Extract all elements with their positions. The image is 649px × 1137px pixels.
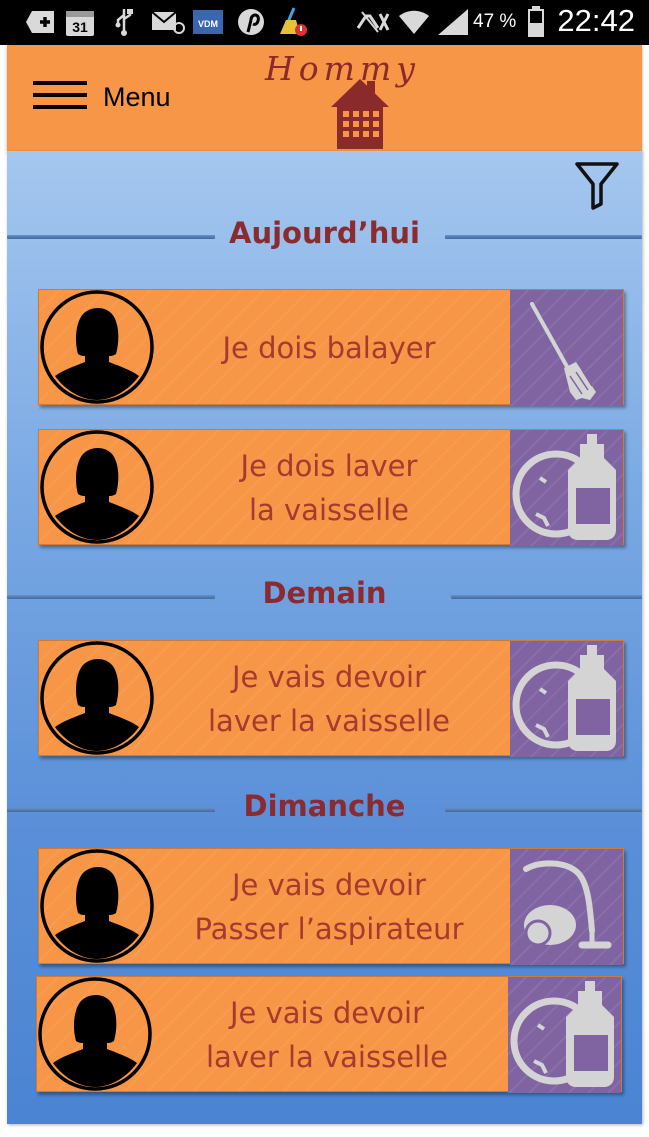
avatar [40, 641, 154, 755]
task-line-2: Passer l’aspirateur [194, 912, 464, 946]
broom-icon [510, 302, 623, 410]
avatar [38, 977, 152, 1091]
chore-tile [510, 641, 623, 757]
task-card-dishes[interactable]: Je vais devoir laver la vaisselle [38, 640, 624, 757]
battery-percent: 47 % [473, 11, 517, 32]
section-title: Dimanche [243, 789, 406, 823]
signal-icon [436, 6, 470, 38]
task-line-2: laver la vaisselle [207, 704, 451, 738]
task-line-1: Je vais devoir [229, 996, 425, 1030]
chore-tile [510, 849, 623, 965]
status-bar: 31 VDM 47 % 22:42 [0, 0, 649, 45]
task-line-1: Je vais devoir [231, 868, 427, 902]
task-line-2: laver la vaisselle [205, 1040, 449, 1074]
dish-soap-icon [510, 434, 623, 550]
vacuum-icon [510, 860, 623, 969]
mail-icon [150, 6, 186, 38]
section-title: Demain [262, 576, 387, 610]
section-header-sunday: Dimanche [7, 789, 642, 829]
add-icon [26, 6, 56, 38]
menu-label: Menu [103, 81, 171, 112]
section-header-tomorrow: Demain [7, 576, 642, 616]
task-line-1: Je vais devoir [231, 660, 427, 694]
task-card-sweep[interactable]: Je dois balayer [38, 289, 624, 406]
avatar [40, 430, 154, 544]
app-header: Menu Hommy [7, 45, 642, 151]
section-title: Aujourd’hui [229, 216, 420, 250]
task-text: Je vais devoir laver la vaisselle [167, 977, 487, 1093]
avatar [40, 849, 154, 963]
pinterest-icon [236, 6, 266, 38]
filter-icon[interactable] [574, 160, 620, 210]
svg-text:VDM: VDM [198, 19, 218, 29]
task-card-dishes[interactable]: Je dois laver la vaisselle [38, 429, 624, 546]
battery-icon [526, 6, 546, 38]
chore-tile [510, 430, 623, 546]
task-text: Je vais devoir Passer l’aspirateur [169, 849, 489, 965]
section-header-today: Aujourd’hui [7, 216, 642, 256]
menu-button[interactable]: Menu [33, 75, 193, 119]
status-time: 22:42 [557, 3, 635, 38]
chore-tile [508, 977, 621, 1093]
dish-soap-icon [510, 645, 623, 761]
task-line-1: Je dois laver [240, 449, 418, 483]
mute-icon [356, 6, 390, 38]
calendar-icon: 31 [64, 6, 96, 38]
task-line-1: Je dois balayer [222, 331, 436, 365]
task-list-panel: Aujourd’hui Je dois balayer Je dois lave… [7, 151, 642, 1124]
task-line-2: la vaisselle [248, 493, 410, 527]
usb-icon [112, 6, 136, 38]
task-text: Je vais devoir laver la vaisselle [169, 641, 489, 757]
hamburger-icon [33, 80, 87, 114]
avatar [40, 290, 154, 404]
wifi-icon [398, 6, 430, 38]
task-text: Je dois laver la vaisselle [169, 430, 489, 546]
dish-soap-icon [508, 981, 621, 1097]
svg-text:31: 31 [72, 19, 88, 35]
chore-tile [510, 290, 623, 406]
vdm-icon: VDM [192, 6, 224, 38]
cleaner-icon [276, 6, 308, 38]
task-card-vacuum[interactable]: Je vais devoir Passer l’aspirateur [38, 848, 624, 965]
task-card-dishes[interactable]: Je vais devoir laver la vaisselle [36, 976, 622, 1093]
task-text: Je dois balayer [169, 290, 489, 406]
house-logo-icon [329, 73, 391, 151]
